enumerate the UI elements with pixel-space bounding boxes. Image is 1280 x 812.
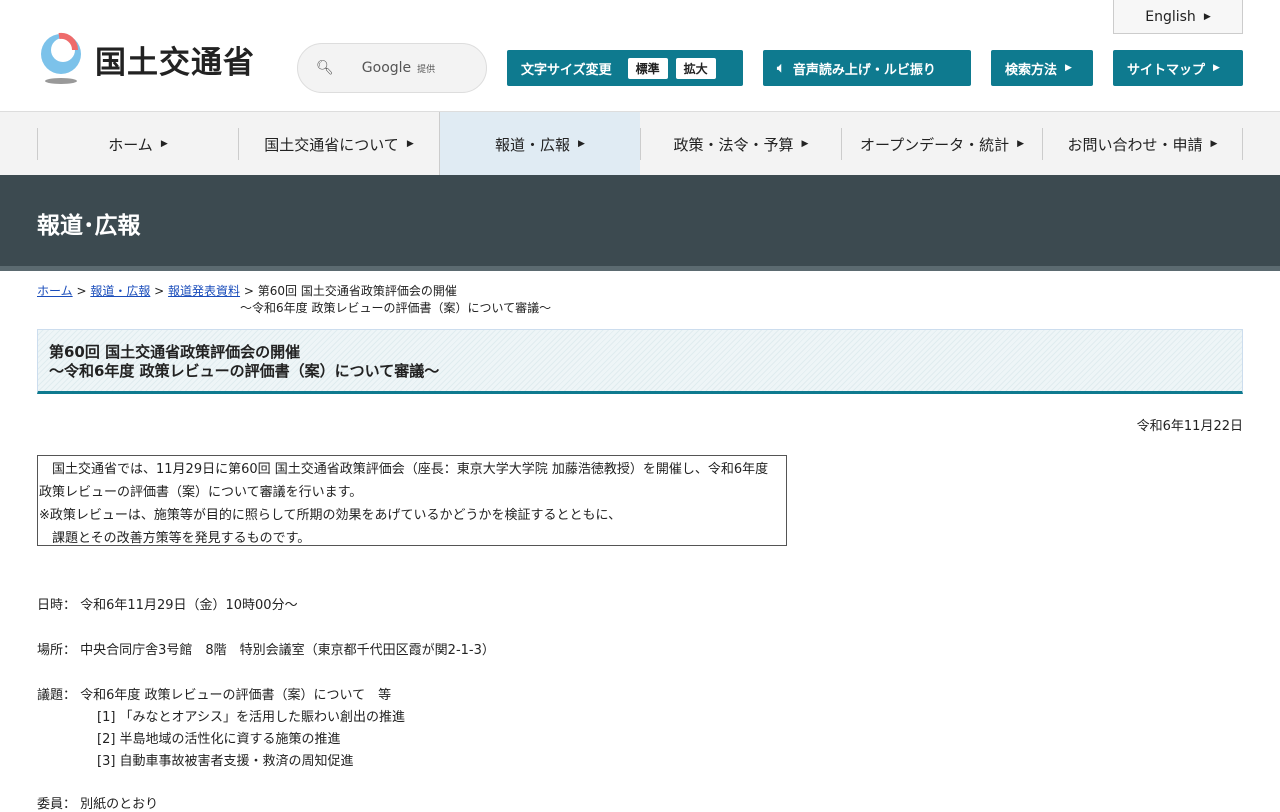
summary-note-cont: 課題とその改善方策等を発見するものです。 xyxy=(39,531,311,546)
provided-label: 提供 xyxy=(417,64,436,75)
mlit-logo-icon xyxy=(41,32,81,84)
breadcrumb-releases-link[interactable]: 報道発表資料 xyxy=(168,284,240,298)
font-large-button[interactable]: 拡大 xyxy=(675,57,716,79)
agenda-item: [3] 自動車事故被害者支援・救済の周知促進 xyxy=(97,754,354,769)
sitemap-label: サイトマップ xyxy=(1127,62,1206,78)
summary-note: ※政策レビューは、施策等が目的に照らして所期の効果をあげているかどうかを検証する… xyxy=(39,508,622,523)
members-text: 委員： 別紙のとおり xyxy=(37,797,159,812)
speech-button[interactable]: 🔈︎ 音声読み上げ・ルビ振り xyxy=(763,50,971,86)
font-size-control: 文字サイズ変更 標準 拡大 xyxy=(507,50,743,86)
triangle-right-icon: ▶ xyxy=(1065,63,1072,73)
nav-label: 政策・法令・予算 xyxy=(673,135,794,154)
page-title: 第60回 国土交通省政策評価会の開催 ～令和6年度 政策レビューの評価書（案）に… xyxy=(37,329,1243,394)
nav-label: オープンデータ・統計 xyxy=(859,135,1010,154)
breadcrumb-current-sub: ～令和6年度 政策レビューの評価書（案）について審議～ xyxy=(240,301,552,315)
breadcrumb-current: 第60回 国土交通省政策評価会の開催 xyxy=(257,284,457,298)
breadcrumb-press-link[interactable]: 報道・広報 xyxy=(90,284,150,298)
breadcrumb: ホーム > 報道・広報 > 報道発表資料 > 第60回 国土交通省政策評価会の開… xyxy=(37,284,552,315)
triangle-right-icon: ▶ xyxy=(578,139,585,149)
nav-label: 報道・広報 xyxy=(495,135,571,154)
datetime-text: 日時： 令和6年11月29日（金）10時00分～ xyxy=(37,598,298,613)
speech-label: 音声読み上げ・ルビ振り xyxy=(792,62,936,78)
title-line1: 第60回 国土交通省政策評価会の開催 xyxy=(49,343,301,361)
agenda-text: 議題： 令和6年度 政策レビューの評価書（案）について 等 xyxy=(37,688,392,703)
google-label: Google xyxy=(361,60,412,76)
nav-about[interactable]: 国土交通省について ▶ xyxy=(238,128,439,160)
nav-label: ホーム xyxy=(108,135,153,154)
english-button[interactable]: English ▶ xyxy=(1113,0,1243,34)
breadcrumb-home-link[interactable]: ホーム xyxy=(37,284,73,298)
nav-press[interactable]: 報道・広報 ▶ xyxy=(439,112,640,176)
section-banner: 報道･広報 xyxy=(0,175,1280,271)
nav-policy[interactable]: 政策・法令・予算 ▶ xyxy=(640,128,841,160)
search-input[interactable]: 🔍︎ Google 提供 xyxy=(297,43,487,93)
nav-opendata[interactable]: オープンデータ・統計 ▶ xyxy=(841,128,1042,160)
triangle-right-icon: ▶ xyxy=(160,139,168,149)
triangle-right-icon: ▶ xyxy=(1210,139,1218,149)
triangle-right-icon: ▶ xyxy=(801,139,809,149)
nav-label: お問い合わせ・申請 xyxy=(1067,135,1203,154)
nav-contact[interactable]: お問い合わせ・申請 ▶ xyxy=(1042,128,1243,160)
triangle-right-icon: ▶ xyxy=(1017,139,1025,149)
search-method-label: 検索方法 xyxy=(1005,62,1058,78)
search-method-button[interactable]: 検索方法 ▶ xyxy=(991,50,1093,86)
global-nav: ホーム ▶ 国土交通省について ▶ 報道・広報 ▶ 政策・法令・予算 ▶ オープンデータ… xyxy=(0,111,1280,176)
sitemap-button[interactable]: サイトマップ ▶ xyxy=(1113,50,1243,86)
release-date: 令和6年11月22日 xyxy=(1136,419,1243,434)
nav-home[interactable]: ホーム ▶ xyxy=(37,128,238,160)
search-icon[interactable]: 🔍︎ xyxy=(316,60,334,76)
place-text: 場所： 中央合同庁舎3号館 8階 特別会議室（東京都千代田区霞が関2-1-3） xyxy=(37,643,495,658)
agenda-item: [2] 半島地域の活性化に資する施策の推進 xyxy=(97,732,341,747)
nav-label: 国土交通省について xyxy=(264,135,399,154)
summary-box: 国土交通省では、11月29日に第60回 国土交通省政策評価会（座長：東京大学大学… xyxy=(37,455,787,546)
summary-text: 国土交通省では、11月29日に第60回 国土交通省政策評価会（座長：東京大学大学… xyxy=(39,462,769,500)
logo-text: 国土交通省 xyxy=(95,44,255,81)
agenda-item: [1] 「みなとオアシス」を活用した賑わい創出の推進 xyxy=(97,710,406,725)
english-label: English xyxy=(1145,8,1196,25)
speaker-icon: 🔈︎ xyxy=(777,60,785,76)
triangle-right-icon: ▶ xyxy=(1213,63,1220,73)
triangle-right-icon: ▶ xyxy=(406,139,414,149)
logo[interactable]: 国土交通省 xyxy=(37,32,255,86)
font-size-label: 文字サイズ変更 xyxy=(521,62,612,78)
title-line2: ～令和6年度 政策レビューの評価書（案）について審議～ xyxy=(49,362,440,380)
triangle-right-icon: ▶ xyxy=(1203,11,1211,22)
font-standard-button[interactable]: 標準 xyxy=(627,57,668,79)
